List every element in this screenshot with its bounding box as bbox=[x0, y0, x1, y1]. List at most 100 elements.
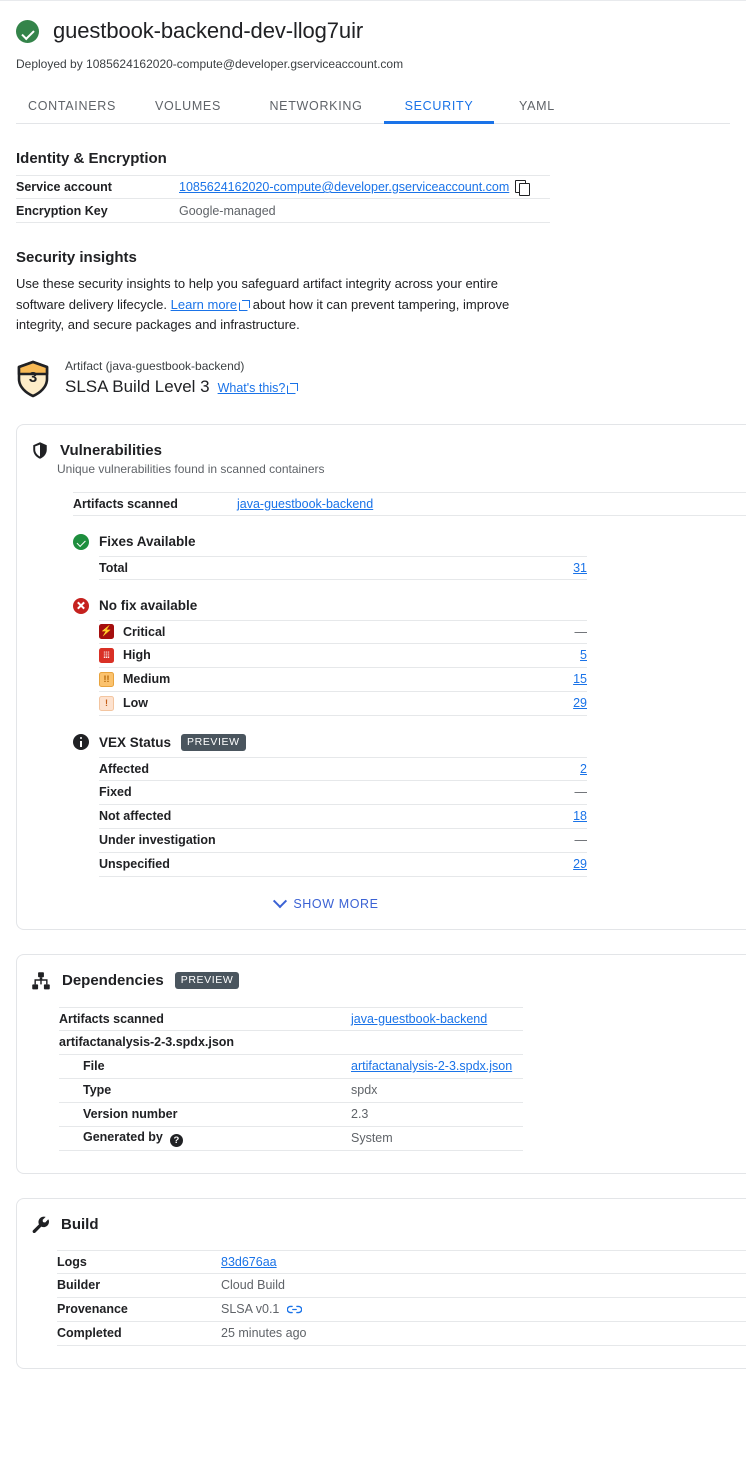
table-row: Version number 2.3 bbox=[59, 1103, 523, 1127]
dep-artifacts-scanned-label: Artifacts scanned bbox=[59, 1011, 164, 1026]
severity-high-count[interactable]: 5 bbox=[580, 648, 587, 662]
dep-file-link[interactable]: artifactanalysis-2-3.spdx.json bbox=[351, 1059, 523, 1073]
severity-medium-count[interactable]: 15 bbox=[573, 672, 587, 686]
no-fix-available-title: No fix available bbox=[99, 598, 198, 613]
vex-status-title: VEX Status bbox=[99, 734, 172, 750]
encryption-key-label: Encryption Key bbox=[16, 203, 108, 218]
service-account-value-cell: 1085624162020-compute@developer.gservice… bbox=[179, 180, 550, 196]
vex-not-affected-count[interactable]: 18 bbox=[573, 809, 587, 823]
vex-fixed-count: — bbox=[574, 785, 588, 799]
vex-not-affected-label: Not affected bbox=[99, 809, 172, 823]
severity-low-icon: ! bbox=[99, 695, 114, 711]
vex-affected-count[interactable]: 2 bbox=[580, 762, 587, 776]
severity-critical-count: — bbox=[574, 624, 588, 639]
no-fix-available-header: No fix available bbox=[73, 597, 746, 614]
dep-type-label: Type bbox=[83, 1083, 112, 1097]
vex-status-table: Affected 2 Fixed — Not affected 18 Under… bbox=[99, 756, 588, 877]
tab-bar: CONTAINERS VOLUMES NETWORKING SECURITY Y… bbox=[16, 90, 730, 124]
whats-this-wrapper: What's this? bbox=[218, 376, 299, 400]
table-row: Total 31 bbox=[99, 555, 587, 580]
table-row: Completed 25 minutes ago bbox=[57, 1322, 746, 1346]
account-tree-icon bbox=[32, 971, 50, 989]
dep-file-label: File bbox=[83, 1059, 105, 1073]
slsa-level-text: SLSA Build Level 3 bbox=[65, 376, 210, 396]
dependencies-card: Dependencies PREVIEW Artifacts scanned j… bbox=[16, 953, 746, 1174]
build-title: Build bbox=[61, 1215, 99, 1233]
identity-heading: Identity & Encryption bbox=[16, 150, 167, 167]
dependencies-table: Artifacts scanned java-guestbook-backend… bbox=[59, 1006, 523, 1151]
table-row: File artifactanalysis-2-3.spdx.json bbox=[59, 1055, 523, 1079]
build-logs-link[interactable]: 83d676aa bbox=[221, 1255, 277, 1269]
identity-table: Service account 1085624162020-compute@de… bbox=[16, 175, 550, 223]
table-row: artifactanalysis-2-3.spdx.json bbox=[59, 1031, 523, 1055]
build-builder-label: Builder bbox=[57, 1278, 101, 1292]
build-provenance-value: SLSA v0.1 bbox=[221, 1302, 280, 1316]
build-builder-value: Cloud Build bbox=[221, 1278, 285, 1292]
dependencies-card-header: Dependencies PREVIEW bbox=[17, 971, 746, 991]
title-row: guestbook-backend-dev-llog7uir bbox=[16, 17, 730, 45]
dep-version-value: 2.3 bbox=[351, 1107, 369, 1121]
table-row: Affected 2 bbox=[99, 756, 587, 781]
identity-encryption-section: Identity & Encryption Service account 10… bbox=[0, 150, 746, 223]
tab-networking[interactable]: NETWORKING bbox=[248, 99, 384, 123]
help-icon[interactable]: ? bbox=[169, 1133, 183, 1147]
vex-fixed-label: Fixed bbox=[99, 785, 132, 799]
table-row: Artifacts scanned java-guestbook-backend bbox=[59, 1006, 523, 1031]
learn-more-link[interactable]: Learn more bbox=[171, 297, 237, 312]
table-row: Not affected 18 bbox=[99, 805, 587, 829]
whats-this-link[interactable]: What's this? bbox=[218, 381, 286, 395]
build-card-body: Build Logs 83d676aa Builder Cloud Build … bbox=[17, 1199, 746, 1368]
total-count[interactable]: 31 bbox=[573, 561, 587, 575]
tab-volumes[interactable]: VOLUMES bbox=[128, 99, 248, 123]
severity-critical-icon: ⚡ bbox=[99, 624, 114, 639]
severity-medium-icon: !! bbox=[99, 671, 114, 687]
dep-sbom-filename: artifactanalysis-2-3.spdx.json bbox=[59, 1035, 235, 1049]
vex-under-investigation-count: — bbox=[574, 833, 588, 847]
vulnerabilities-card-header: Vulnerabilities bbox=[17, 441, 746, 460]
severity-low-label: Low bbox=[123, 696, 148, 710]
artifacts-scanned-table: Artifacts scanned java-guestbook-backend bbox=[73, 491, 746, 516]
check-circle-icon bbox=[73, 533, 89, 550]
tab-yaml[interactable]: YAML bbox=[494, 99, 580, 123]
build-provenance-label: Provenance bbox=[57, 1302, 128, 1316]
no-fix-available-group: No fix available ⚡ Critical — ⦙⦙⦙ High 5… bbox=[73, 597, 746, 716]
external-link-icon bbox=[239, 299, 251, 311]
artifacts-scanned-link[interactable]: java-guestbook-backend bbox=[237, 497, 373, 511]
dependencies-preview-badge: PREVIEW bbox=[174, 972, 240, 989]
table-row: ⦙⦙⦙ High 5 bbox=[99, 644, 587, 668]
dep-artifacts-scanned-link[interactable]: java-guestbook-backend bbox=[351, 1012, 523, 1026]
dep-generated-by-text: Generated by bbox=[83, 1129, 163, 1144]
build-card-header: Build bbox=[17, 1215, 746, 1234]
security-insights-section: Security insights Use these security ins… bbox=[0, 249, 746, 400]
link-icon[interactable] bbox=[287, 1304, 303, 1314]
info-circle-icon bbox=[73, 734, 89, 750]
security-insights-text: Use these security insights to help you … bbox=[16, 274, 531, 336]
table-row: Builder Cloud Build bbox=[57, 1274, 746, 1298]
total-label: Total bbox=[99, 560, 128, 575]
dependencies-card-body: Dependencies PREVIEW Artifacts scanned j… bbox=[17, 955, 746, 1173]
copy-icon[interactable] bbox=[515, 180, 531, 196]
fixes-available-title: Fixes Available bbox=[99, 534, 196, 549]
severity-low-count[interactable]: 29 bbox=[573, 696, 587, 710]
page-header: guestbook-backend-dev-llog7uir Deployed … bbox=[0, 1, 746, 124]
table-row: !! Medium 15 bbox=[99, 668, 587, 692]
service-account-link[interactable]: 1085624162020-compute@developer.gservice… bbox=[179, 180, 509, 194]
table-row: ⚡ Critical — bbox=[99, 619, 588, 644]
external-link-icon bbox=[287, 382, 299, 394]
table-row: Artifacts scanned java-guestbook-backend bbox=[73, 491, 746, 516]
severity-medium-label: Medium bbox=[123, 672, 171, 686]
security-insights-heading: Security insights bbox=[16, 249, 137, 266]
vex-unspecified-label: Unspecified bbox=[99, 857, 170, 871]
show-more-button[interactable]: SHOW MORE bbox=[17, 893, 637, 911]
tab-security[interactable]: SECURITY bbox=[384, 99, 494, 124]
table-row: Provenance SLSA v0.1 bbox=[57, 1298, 746, 1322]
service-account-label: Service account bbox=[16, 180, 112, 194]
svg-text:3: 3 bbox=[29, 369, 37, 386]
vex-unspecified-count[interactable]: 29 bbox=[573, 857, 587, 871]
no-fix-available-table: ⚡ Critical — ⦙⦙⦙ High 5 !! Medium 15 ! L… bbox=[99, 619, 588, 716]
fixes-available-table: Total 31 bbox=[99, 555, 587, 580]
severity-critical-label: Critical bbox=[123, 624, 166, 639]
dependencies-title: Dependencies bbox=[62, 972, 164, 989]
tab-containers[interactable]: CONTAINERS bbox=[16, 99, 128, 123]
